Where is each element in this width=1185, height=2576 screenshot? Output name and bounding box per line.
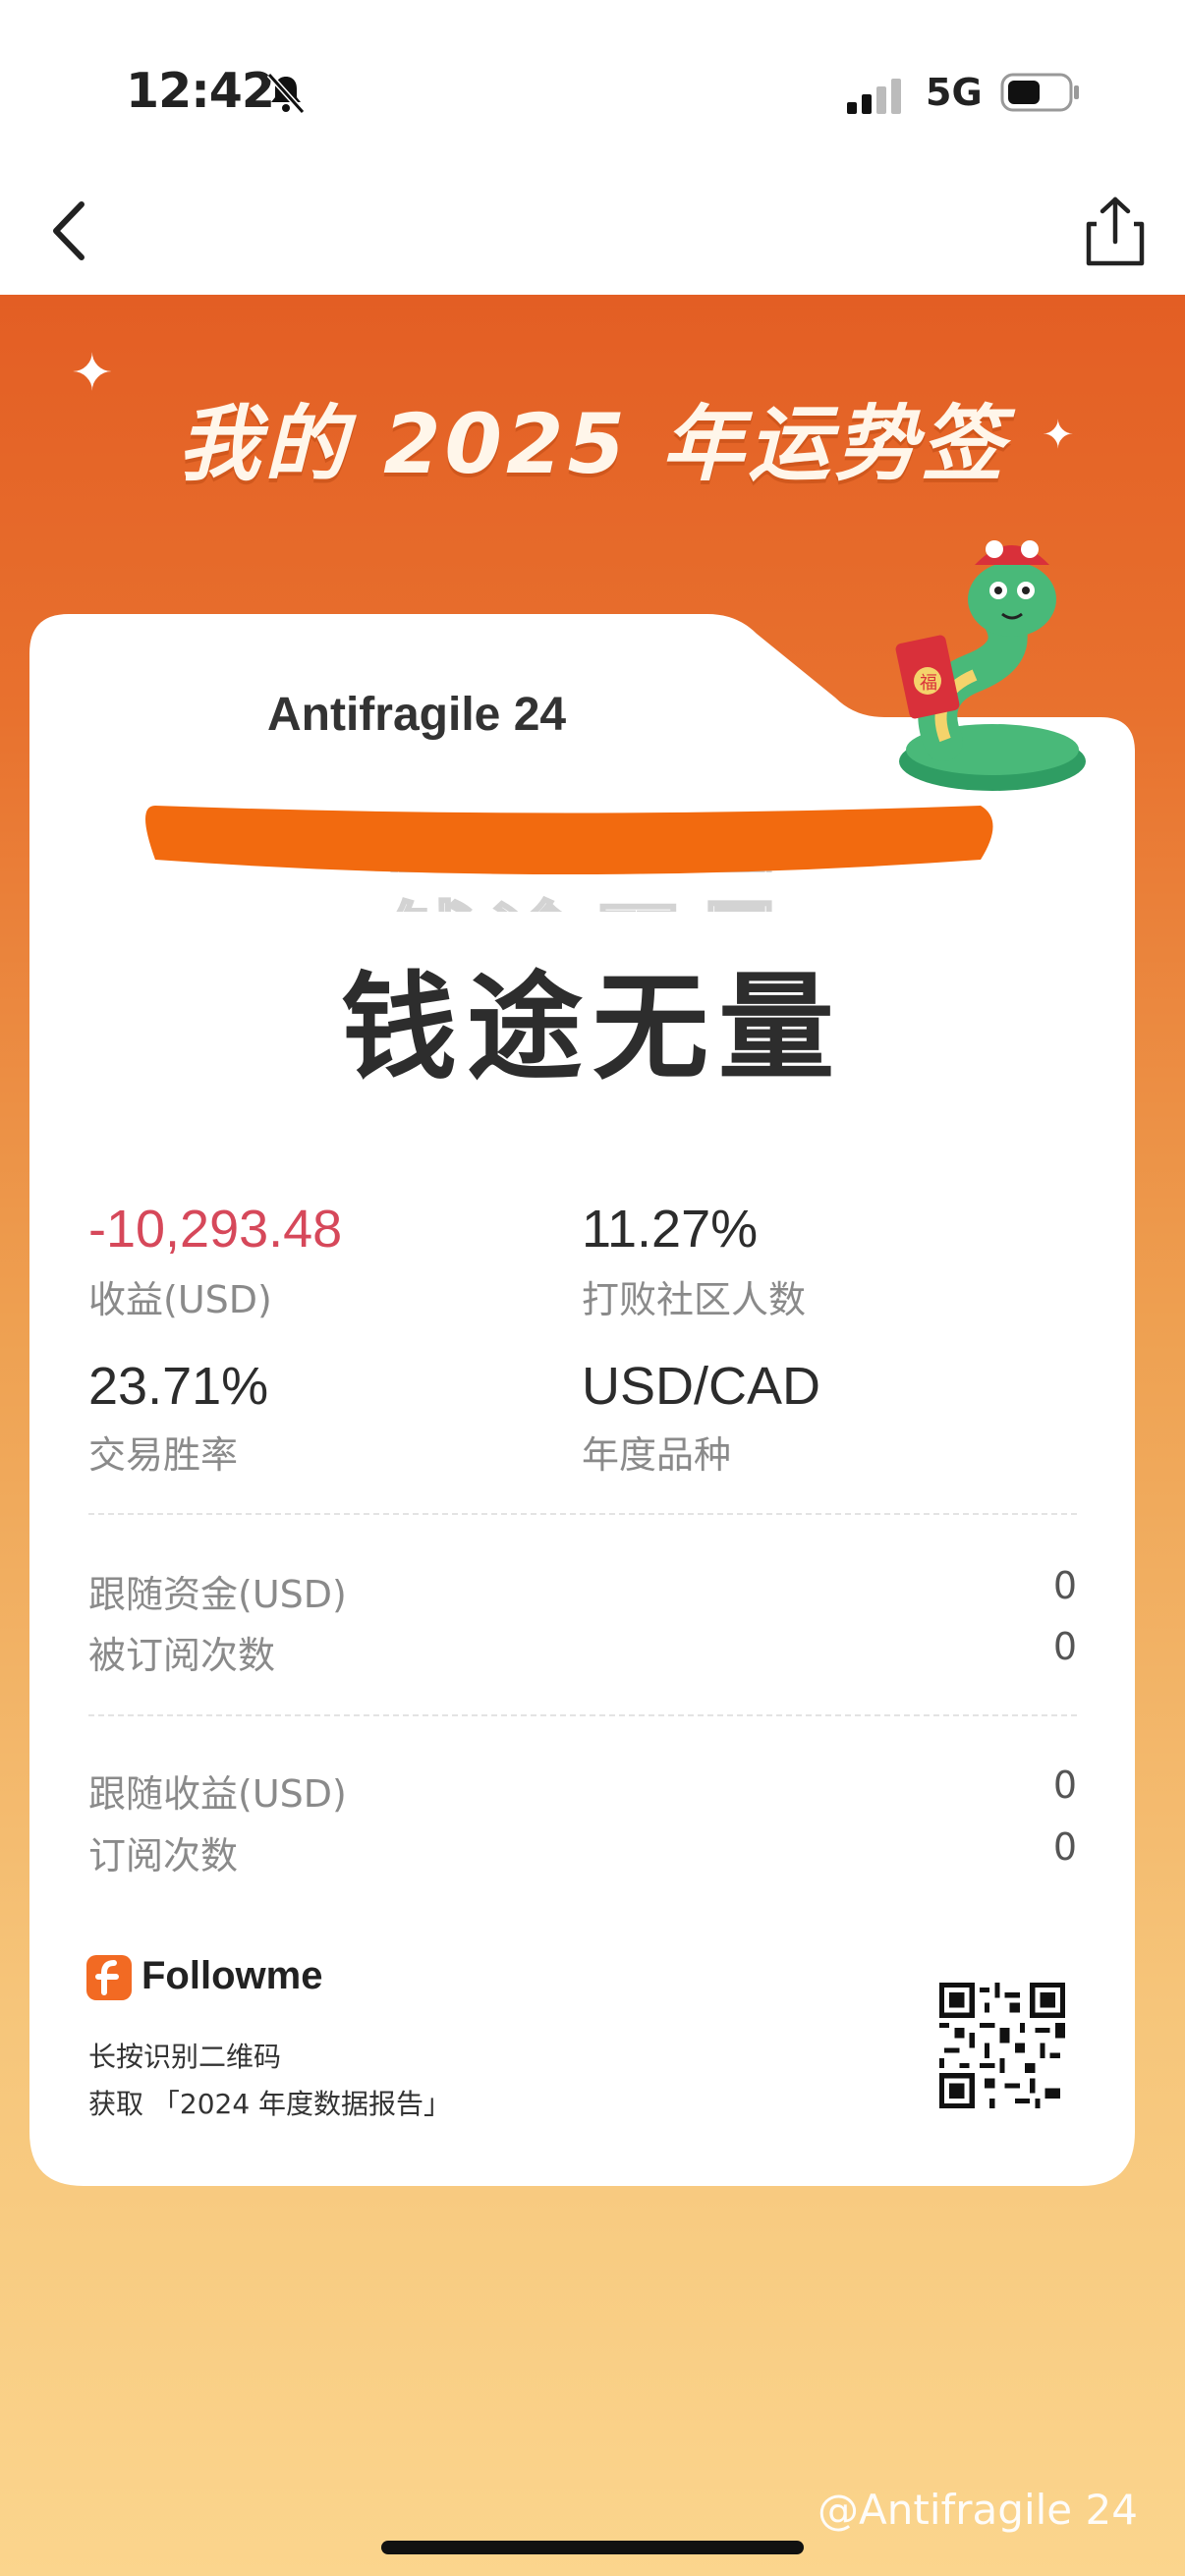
watermark: @Antifragile 24	[818, 2486, 1138, 2534]
status-bar: 12:42 5G	[0, 0, 1185, 182]
signal-icon	[847, 79, 901, 114]
profit-label: 收益(USD)	[88, 1278, 272, 1321]
silent-bell-icon	[266, 72, 306, 115]
subscribed-count-label: 被订阅次数	[88, 1634, 276, 1677]
followme-logo-icon	[86, 1955, 132, 2000]
share-icon[interactable]	[1081, 195, 1150, 268]
slogan-highlight	[145, 806, 993, 874]
subscription-count-label: 订阅次数	[88, 1834, 239, 1877]
divider	[88, 1513, 1077, 1515]
beat-community-value: 11.27%	[582, 1200, 759, 1259]
subscription-count-value: 0	[1052, 1825, 1077, 1869]
slogan-text: 钱途无量	[340, 960, 844, 1095]
profit-value: -10,293.48	[88, 1200, 343, 1259]
svg-text:福: 福	[920, 673, 937, 694]
qr-hint-line2: 获取 「2024 年度数据报告」	[88, 2088, 452, 2120]
brand-name: Followme	[141, 1954, 323, 1997]
follow-profit-label: 跟随收益(USD)	[88, 1772, 347, 1816]
follow-funds-label: 跟随资金(USD)	[88, 1573, 347, 1616]
battery-icon	[1000, 73, 1079, 112]
divider	[88, 1714, 1077, 1716]
qr-hint-line1: 长按识别二维码	[88, 2041, 282, 2073]
follow-funds-value: 0	[1052, 1564, 1077, 1607]
chevron-left-icon[interactable]	[44, 196, 103, 265]
subscribed-count-value: 0	[1052, 1625, 1077, 1668]
win-rate-value: 23.71%	[88, 1357, 269, 1416]
snake-mascot-icon: 福	[895, 540, 1086, 791]
user-name: Antifragile 24	[267, 689, 567, 741]
poster-title: 我的 2025 年运势签	[177, 396, 1008, 492]
network-label: 5G	[926, 71, 983, 114]
annual-symbol-value: USD/CAD	[582, 1357, 821, 1416]
follow-profit-value: 0	[1052, 1764, 1077, 1807]
home-indicator[interactable]	[381, 2541, 804, 2554]
beat-community-label: 打败社区人数	[582, 1278, 807, 1321]
annual-symbol-label: 年度品种	[582, 1433, 732, 1477]
qr-code[interactable]	[939, 1983, 1065, 2108]
win-rate-label: 交易胜率	[88, 1433, 239, 1477]
status-time: 12:42	[126, 63, 275, 119]
